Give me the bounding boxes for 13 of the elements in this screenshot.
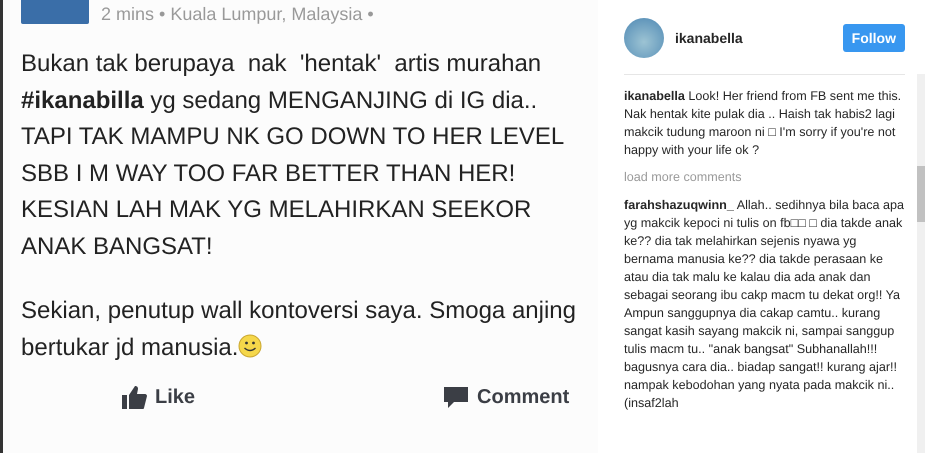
post-text: Sekian, penutup wall kontoversi saya. Smoga anjing bertukar jd manusia. <box>21 296 577 362</box>
like-button[interactable]: Like <box>121 384 196 410</box>
avatar <box>624 18 664 58</box>
thumbs-up-icon <box>121 384 147 410</box>
username: ikanabella <box>675 30 744 46</box>
post-text: Bukan tak berupaya nak 'hentak' artis murahan #ikanabilla yg sedang MENGANJING di IG dia.. TAPI TAK MAMPU NK GO DOWN TO HER LEVEL SBB I M WAY TOO FAR BETTER THAN HER! KESIAN LAH MAK YG MELAHIRKAN SEEKOR ANAK BANGSAT! <box>21 49 564 262</box>
comment-text: farahshazuqwinn_ Allah.. sedihnya bila baca apa yg makcik kepoci ni tulis on fb□□ □ dia takde anak ke?? dia tak melahirkan sejenis nyawa yg bernama manusia ke?? dia takde perasaan ke atau dia tak malu ke kalau dia ada anak dan sebagai seorang ibu cakp macm tu dekat org!! Ya Ampun sanggupnya dia cakap camtu.. kurang sangat kasih sayang makcik ni, sampai sanggup tulis macm tu.. "anak bangsat" Subhanallah!!! bagusnya cara dia.. biadap sangat!! kurang ajar!! nampak kebodohan yang nyata pada makcik ni.. (insaf2lah <box>624 197 905 412</box>
caption-text: ikanabella Look! Her friend from FB sent me this. Nak hentak kite pulak dia .. Haish tak habis2 lagi makcik tudung maroon ni □ I'm sorry if you're not happy with your life ok ? <box>624 88 902 159</box>
smiley-icon <box>238 334 262 358</box>
scrollbar[interactable] <box>917 74 925 453</box>
comment-button[interactable]: Comment <box>443 384 570 410</box>
speech-bubble-icon <box>443 384 470 410</box>
post-meta: 2 mins • Kuala Lumpur, Malaysia • <box>101 4 374 24</box>
